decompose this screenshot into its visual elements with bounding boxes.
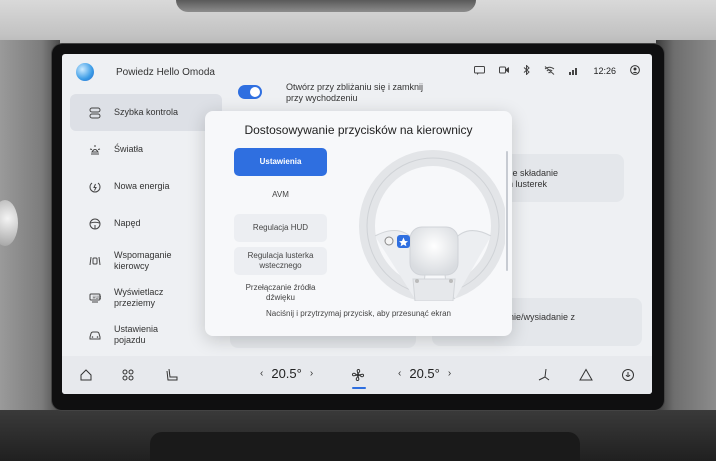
temp-left-value: 20.5° <box>271 366 302 381</box>
bottom-dock: ‹ 20.5° › ‹ 20.5° › <box>62 356 652 394</box>
dashboard-left-panel <box>0 40 60 461</box>
option-settings[interactable]: Ustawienia <box>234 148 327 176</box>
sidebar-item-hud-display[interactable]: HUD Wyświetlacz przeziemy <box>70 279 222 316</box>
temp-right-decrease[interactable]: ‹ <box>398 368 401 379</box>
steering-button-dialog: Dostosowywanie przycisków na kierownicy … <box>205 111 512 336</box>
sidebar-item-label: Wspomaganie kierowcy <box>114 249 172 271</box>
dialog-title: Dostosowywanie przycisków na kierownicy <box>244 123 473 137</box>
temp-left-increase[interactable]: › <box>310 368 313 379</box>
seat-icon[interactable] <box>164 367 180 383</box>
sidebar-item-label: Nowa energia <box>114 181 170 191</box>
dashboard-right-panel <box>656 40 716 461</box>
light-icon <box>88 144 102 156</box>
seat-heat-icon[interactable] <box>536 367 552 383</box>
option-hud[interactable]: Regulacja HUD <box>234 214 327 242</box>
svg-text:HUD: HUD <box>93 295 102 300</box>
temp-right-value: 20.5° <box>409 366 440 381</box>
user-icon[interactable] <box>630 65 640 77</box>
dialog-hint: Naciśnij i przytrzymaj przycisk, aby prz… <box>266 309 451 318</box>
option-mirror[interactable]: Regulacja lusterka wstecznego <box>234 247 327 275</box>
home-icon[interactable] <box>78 367 94 383</box>
sidebar-item-lights[interactable]: Światła <box>70 131 222 168</box>
quick-control-icon <box>88 107 102 119</box>
assistant-icon[interactable] <box>620 367 636 383</box>
fan-icon[interactable] <box>350 367 366 383</box>
assistant-prompt[interactable]: Powiedz Hello Omoda <box>116 67 215 78</box>
sidebar-item-drive[interactable]: Napęd <box>70 205 222 242</box>
temp-right-control: ‹ 20.5° › <box>398 366 451 381</box>
apps-icon[interactable] <box>120 367 136 383</box>
sidebar-item-label: Ustawienia pojazdu <box>114 323 159 345</box>
sidebar-item-new-energy[interactable]: Nowa energia <box>70 168 222 205</box>
wifi-off-icon[interactable] <box>544 65 555 77</box>
sidebar-item-quick-control[interactable]: Szybka kontrola <box>70 94 222 131</box>
voice-assistant-icon[interactable] <box>76 63 94 81</box>
option-avm[interactable]: AVM <box>234 181 327 209</box>
display-icon: HUD <box>88 292 102 304</box>
option-audio-source[interactable]: Przełączanie źródła dźwięku <box>234 280 327 302</box>
record-icon[interactable] <box>499 66 510 76</box>
driver-assist-icon <box>88 255 102 267</box>
steering-wheel-illustration <box>355 141 507 302</box>
temp-left-decrease[interactable]: ‹ <box>260 368 263 379</box>
status-icons: 12:26 <box>474 64 640 77</box>
message-icon[interactable] <box>474 65 486 77</box>
sidebar-item-label: Napęd <box>114 218 141 228</box>
sidebar-item-label: Wyświetlacz przeziemy <box>114 286 164 308</box>
fan-active-indicator <box>352 387 366 389</box>
temp-right-increase[interactable]: › <box>448 368 451 379</box>
console-slot <box>150 432 580 461</box>
dialog-scrollbar[interactable] <box>506 151 508 271</box>
car-icon <box>88 329 102 341</box>
sidebar-item-label: Światła <box>114 144 144 154</box>
clock: 12:26 <box>593 66 616 76</box>
steering-icon <box>88 218 102 230</box>
infotainment-screen: Powiedz Hello Omoda 12:26 Szybka kontrol… <box>62 54 652 394</box>
warning-icon[interactable] <box>578 367 594 383</box>
dashboard-vent <box>176 0 476 12</box>
control-knob <box>0 200 18 246</box>
signal-icon <box>569 66 579 77</box>
energy-icon <box>88 181 102 193</box>
bluetooth-icon[interactable] <box>523 64 531 77</box>
sidebar-item-vehicle-settings[interactable]: Ustawienia pojazdu <box>70 316 222 353</box>
auto-lock-toggle[interactable] <box>238 85 262 99</box>
sidebar-item-driver-assist[interactable]: Wspomaganie kierowcy <box>70 242 222 279</box>
temp-left-control: ‹ 20.5° › <box>260 366 313 381</box>
auto-lock-setting: Otwórz przy zbliżaniu się i zamknij przy… <box>230 78 423 114</box>
auto-lock-label: Otwórz przy zbliżaniu się i zamknij przy… <box>286 82 424 103</box>
button-function-list: Ustawienia AVM Regulacja HUD Regulacja l… <box>234 148 327 307</box>
settings-sidebar: Szybka kontrola Światła Nowa energia Nap… <box>70 94 222 350</box>
sidebar-item-label: Szybka kontrola <box>114 107 179 117</box>
